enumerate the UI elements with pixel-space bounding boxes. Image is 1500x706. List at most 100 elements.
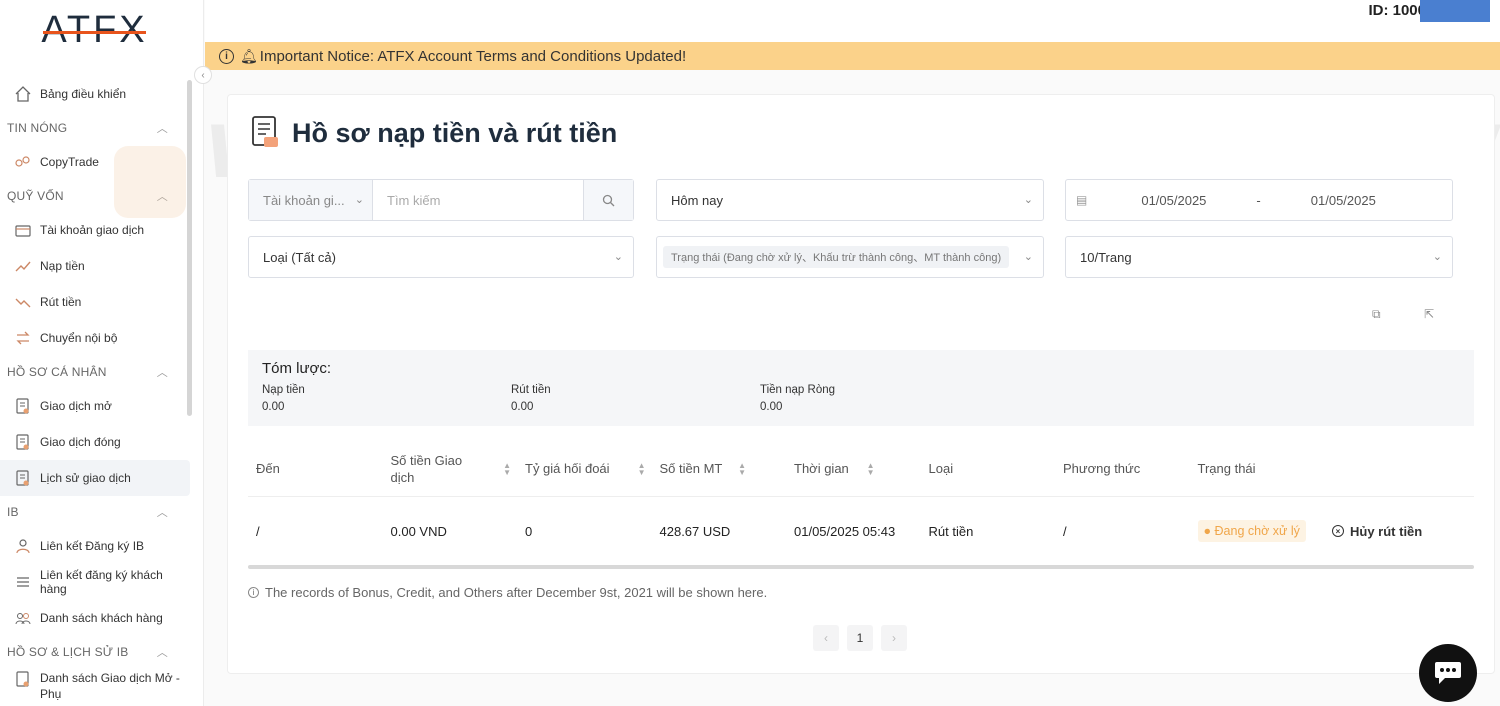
next-page-button[interactable]: ›: [881, 625, 907, 651]
notice-banner[interactable]: i 🔔︎ Important Notice: ATFX Account Term…: [205, 42, 1500, 70]
document-icon: [14, 670, 32, 688]
sidebar-item-withdraw[interactable]: Rút tiền: [0, 284, 190, 320]
date-from[interactable]: 01/05/2025: [1141, 193, 1206, 208]
sidebar-item-dashboard[interactable]: Bảng điều khiển: [0, 76, 190, 112]
status-tag[interactable]: Trạng thái (Đang chờ xử lý、Khấu trừ thàn…: [663, 246, 1010, 268]
sidebar-collapse-button[interactable]: ‹: [194, 66, 212, 84]
account-select[interactable]: Tài khoản gi... ⌄: [249, 180, 373, 220]
cell-action: × Hủy rút tiền: [1324, 524, 1459, 539]
status-select[interactable]: Trạng thái (Đang chờ xử lý、Khấu trừ thàn…: [656, 236, 1044, 278]
col-time[interactable]: Thời gian ▲ ▼: [786, 460, 921, 477]
col-mt-amount[interactable]: Số tiền MT ▲ ▼: [652, 460, 787, 477]
col-amount[interactable]: Số tiền Giao dịch ▲ ▼: [383, 452, 518, 486]
page-size-select[interactable]: 10/Trang ⌄: [1065, 236, 1453, 278]
link-icon: [14, 537, 32, 555]
summary-deposit: Nạp tiền 0.00: [262, 382, 511, 416]
page-number[interactable]: 1: [847, 625, 873, 651]
summary-net: Tiền nạp Ròng 0.00: [760, 382, 1009, 416]
sort-icon[interactable]: ▲ ▼: [638, 461, 646, 476]
copy-icon[interactable]: ⧉: [1372, 307, 1381, 322]
prev-page-button[interactable]: ‹: [813, 625, 839, 651]
sort-icon[interactable]: ▲ ▼: [503, 461, 511, 476]
page-title: Hồ sơ nạp tiền và rút tiền: [292, 117, 618, 148]
sidebar-item-label: Chuyển nội bộ: [40, 331, 118, 345]
status-badge-label: Đang chờ xử lý: [1214, 524, 1300, 538]
export-icon[interactable]: ⇱: [1424, 307, 1434, 321]
sidebar-item-copytrade[interactable]: CopyTrade: [0, 144, 190, 180]
redaction-mask: [1420, 0, 1490, 22]
account-select-value: Tài khoản gi...: [263, 192, 345, 208]
sidebar-section-ib-history[interactable]: HỒ SƠ & LỊCH SỬ IB ︿: [0, 636, 190, 668]
chevron-down-icon: ⌄: [1023, 194, 1033, 206]
sidebar-item-open-trades-sub[interactable]: Danh sách Giao dịch Mở - Phụ: [0, 668, 190, 704]
summary-withdraw: Rút tiền 0.00: [511, 382, 760, 416]
sidebar-item-closed-trades[interactable]: Giao dịch đóng: [0, 424, 190, 460]
document-icon: [14, 469, 32, 487]
date-range-picker[interactable]: ▤ 01/05/2025 - 01/05/2025: [1065, 179, 1453, 221]
sidebar-section-ib[interactable]: IB ︿: [0, 496, 190, 528]
type-value: Loại (Tất cả): [263, 249, 336, 265]
period-select[interactable]: Hôm nay ⌄: [656, 179, 1044, 221]
atfx-logo[interactable]: ATFX: [0, 0, 203, 60]
sort-icon[interactable]: ▲ ▼: [738, 461, 746, 476]
sidebar-section-profile[interactable]: HỒ SƠ CÁ NHÂN ︿: [0, 356, 190, 388]
cell-amount: 0.00 VND: [390, 523, 447, 539]
sidebar-item-client-list[interactable]: Danh sách khách hàng: [0, 600, 190, 636]
chevron-up-icon: ︿: [156, 507, 168, 519]
sidebar-scrollbar[interactable]: [187, 80, 192, 416]
cell-to: /: [256, 523, 260, 539]
sidebar-item-internal-transfer[interactable]: Chuyển nội bộ: [0, 320, 190, 356]
copytrade-icon: [14, 153, 32, 171]
document-icon: [14, 433, 32, 451]
account-search-group: Tài khoản gi... ⌄ Tìm kiếm: [248, 179, 634, 221]
sidebar-section-funds[interactable]: QUỸ VỐN ︿: [0, 180, 190, 212]
withdraw-icon: [14, 293, 32, 311]
col-status: Trạng thái: [1197, 461, 1256, 476]
table-horizontal-scrollbar[interactable]: [248, 565, 1474, 569]
col-method: Phương thức: [1063, 461, 1141, 476]
sidebar-item-label: Bảng điều khiển: [40, 87, 127, 101]
cancel-withdrawal-label: Hủy rút tiền: [1350, 523, 1423, 539]
search-button[interactable]: [583, 180, 633, 220]
chevron-left-icon: ‹: [201, 69, 205, 81]
chevron-up-icon: ︿: [156, 647, 168, 659]
sort-icon[interactable]: ▲ ▼: [867, 461, 875, 476]
sidebar-item-label: Giao dịch mở: [40, 399, 112, 413]
summary-value: 0.00: [262, 401, 285, 413]
summary-value: 0.00: [511, 401, 534, 413]
status-badge: ● Đang chờ xử lý: [1197, 520, 1306, 542]
col-rate[interactable]: Tỷ giá hối đoái ▲ ▼: [517, 460, 652, 477]
chevron-down-icon: ⌄: [1023, 251, 1033, 263]
section-label: HỒ SƠ & LỊCH SỬ IB: [7, 645, 129, 659]
sidebar-item-client-link[interactable]: Liên kết đăng ký khách hàng: [0, 564, 190, 600]
date-to[interactable]: 01/05/2025: [1311, 193, 1376, 208]
user-id[interactable]: ID: 1000: [1368, 2, 1426, 19]
search-input[interactable]: Tìm kiếm: [373, 193, 583, 208]
chevron-up-icon: ︿: [156, 123, 168, 135]
summary-value: 0.00: [760, 401, 783, 413]
chat-button[interactable]: [1419, 644, 1477, 702]
info-icon: i: [248, 587, 259, 598]
sidebar-item-label: Liên kết Đăng ký IB: [40, 539, 145, 553]
cell-method: /: [1063, 523, 1067, 539]
chevron-up-icon: ︿: [156, 367, 168, 379]
table-header: Đến Số tiền Giao dịch ▲ ▼ Tỷ giá hối đoái ▲…: [248, 441, 1474, 497]
summary-label: Rút tiền: [511, 384, 551, 396]
type-select[interactable]: Loại (Tất cả) ⌄: [248, 236, 634, 278]
date-separator: -: [1256, 192, 1261, 208]
sidebar-section-hot[interactable]: TIN NÓNG ︿: [0, 112, 190, 144]
sidebar-item-label: Lịch sử giao dịch: [40, 471, 131, 485]
cancel-withdrawal-button[interactable]: × Hủy rút tiền: [1332, 524, 1459, 539]
sidebar-item-trading-account[interactable]: Tài khoản giao dịch: [0, 212, 190, 248]
sidebar-item-ib-link[interactable]: Liên kết Đăng ký IB: [0, 528, 190, 564]
sidebar-item-label: Danh sách khách hàng: [40, 611, 163, 625]
records-table: Đến Số tiền Giao dịch ▲ ▼ Tỷ giá hối đoái ▲…: [248, 441, 1474, 565]
sidebar-item-open-trades[interactable]: Giao dịch mở: [0, 388, 190, 424]
summary-title: Tóm lược:: [262, 360, 332, 377]
transfer-icon: [14, 329, 32, 347]
section-label: QUỸ VỐN: [7, 189, 64, 203]
sidebar-item-deposit[interactable]: Nạp tiền: [0, 248, 190, 284]
section-label: IB: [7, 505, 19, 519]
sidebar-item-transaction-history[interactable]: Lịch sử giao dịch: [0, 460, 190, 496]
header-label: Tỷ giá hối đoái: [525, 461, 610, 476]
